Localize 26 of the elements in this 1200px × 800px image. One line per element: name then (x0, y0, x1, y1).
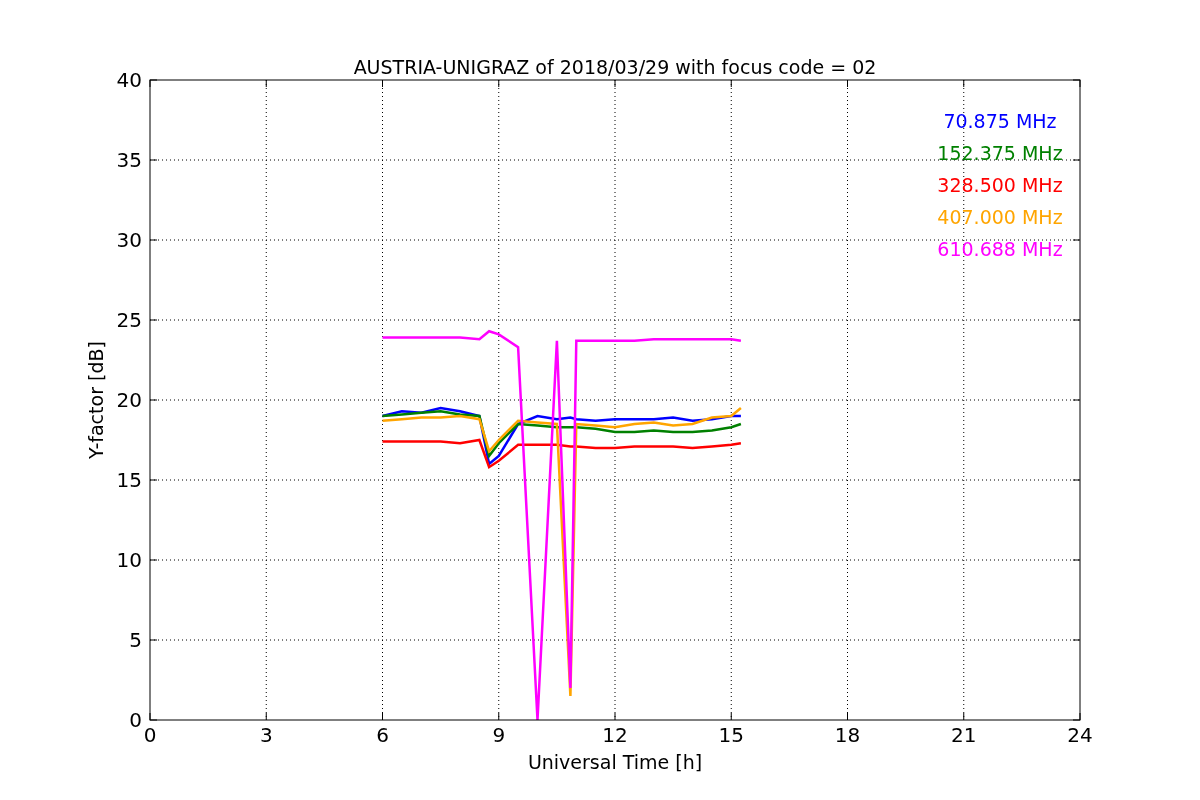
legend-label: 407.000 MHz (937, 206, 1063, 228)
x-tick-label: 15 (718, 723, 744, 747)
y-axis-label: Y-factor [dB] (85, 341, 107, 459)
legend-label: 152.375 MHz (937, 142, 1063, 164)
chart-title: AUSTRIA-UNIGRAZ of 2018/03/29 with focus code = 02 (353, 56, 877, 78)
y-tick-label: 20 (116, 388, 142, 412)
y-tick-label: 0 (129, 708, 142, 732)
x-tick-label: 0 (143, 723, 157, 747)
y-tick-label: 5 (129, 628, 142, 652)
x-tick-label: 24 (1067, 723, 1093, 747)
x-tick-label: 6 (376, 723, 389, 747)
legend-label: 328.500 MHz (937, 174, 1063, 196)
x-tick-label: 21 (951, 723, 977, 747)
y-tick-label: 30 (116, 228, 142, 252)
y-tick-label: 40 (116, 68, 142, 92)
legend-label: 70.875 MHz (943, 110, 1057, 132)
x-tick-label: 9 (492, 723, 506, 747)
y-tick-label: 25 (116, 308, 142, 332)
x-tick-label: 3 (259, 723, 273, 747)
y-tick-label: 10 (116, 548, 142, 572)
y-tick-label: 15 (116, 468, 142, 492)
legend-label: 610.688 MHz (937, 238, 1063, 260)
y-tick-label: 35 (116, 148, 142, 172)
x-tick-label: 12 (602, 723, 628, 747)
x-axis-label: Universal Time [h] (527, 751, 703, 773)
x-tick-label: 18 (834, 723, 861, 747)
